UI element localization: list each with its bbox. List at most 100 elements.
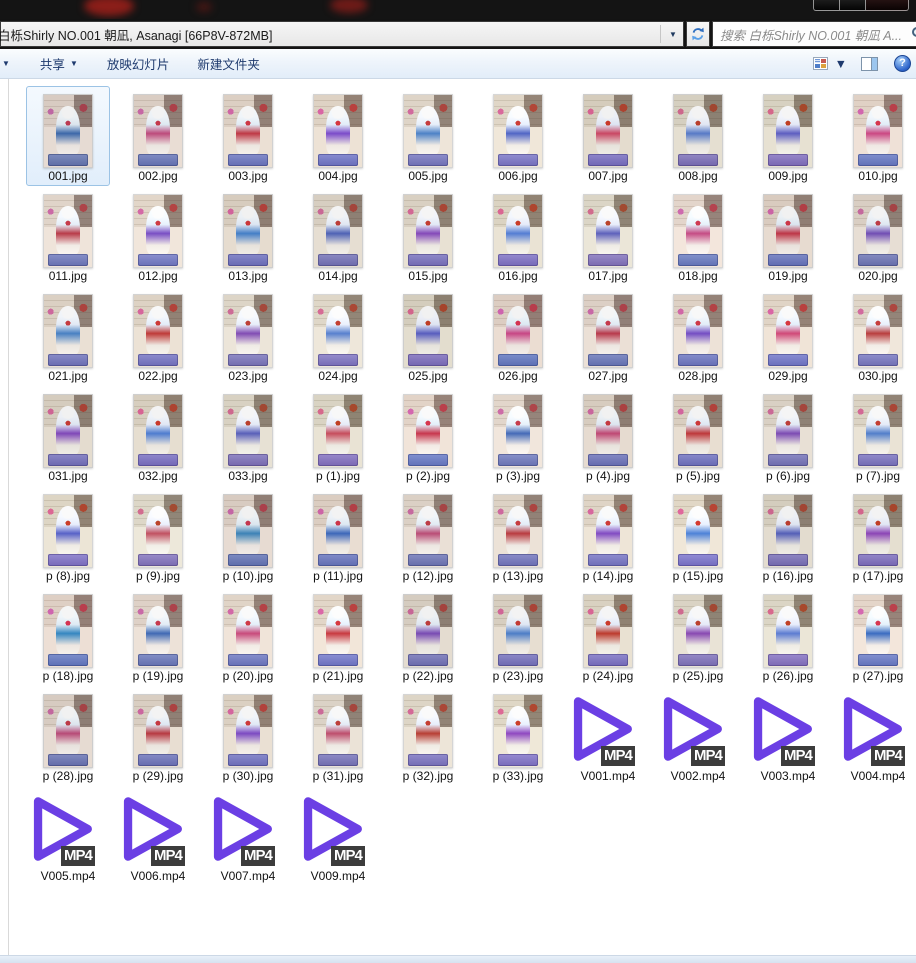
refresh-button[interactable] <box>686 21 710 47</box>
file-item[interactable]: 011.jpg <box>23 186 113 286</box>
file-item[interactable]: p (18).jpg <box>23 586 113 686</box>
file-item[interactable]: 006.jpg <box>473 86 563 186</box>
file-item[interactable]: 018.jpg <box>653 186 743 286</box>
file-name: p (10).jpg <box>223 570 274 583</box>
file-item[interactable]: p (23).jpg <box>473 586 563 686</box>
file-item[interactable]: 009.jpg <box>743 86 833 186</box>
file-item[interactable]: p (28).jpg <box>23 686 113 786</box>
file-item[interactable]: 003.jpg <box>203 86 293 186</box>
file-item[interactable]: p (25).jpg <box>653 586 743 686</box>
file-item[interactable]: p (15).jpg <box>653 486 743 586</box>
file-item[interactable]: MP4V005.mp4 <box>23 786 113 886</box>
file-name: 032.jpg <box>138 470 177 483</box>
file-item[interactable]: 007.jpg <box>563 86 653 186</box>
photo-thumbnail <box>763 394 813 468</box>
file-name: 006.jpg <box>498 170 537 183</box>
search-box[interactable]: 搜索 白栎Shirly NO.001 朝凪 A... <box>712 21 916 47</box>
file-item[interactable]: p (8).jpg <box>23 486 113 586</box>
file-item[interactable]: p (29).jpg <box>113 686 203 786</box>
file-item[interactable]: 017.jpg <box>563 186 653 286</box>
file-name: V001.mp4 <box>581 770 636 783</box>
file-item[interactable]: 027.jpg <box>563 286 653 386</box>
file-item[interactable]: p (16).jpg <box>743 486 833 586</box>
file-item[interactable]: p (19).jpg <box>113 586 203 686</box>
file-item[interactable]: 029.jpg <box>743 286 833 386</box>
file-item[interactable]: p (20).jpg <box>203 586 293 686</box>
address-bar[interactable]: 白栎Shirly NO.001 朝凪, Asanagi [66P8V-872MB… <box>0 21 684 47</box>
change-view-button[interactable]: ▼ <box>813 57 847 71</box>
file-item[interactable]: p (21).jpg <box>293 586 383 686</box>
file-item[interactable]: 026.jpg <box>473 286 563 386</box>
file-item[interactable]: 019.jpg <box>743 186 833 286</box>
file-item[interactable]: 024.jpg <box>293 286 383 386</box>
file-item[interactable]: p (3).jpg <box>473 386 563 486</box>
file-item[interactable]: 013.jpg <box>203 186 293 286</box>
file-item[interactable]: 032.jpg <box>113 386 203 486</box>
thumb-figure <box>56 206 81 255</box>
file-item[interactable]: 015.jpg <box>383 186 473 286</box>
file-item[interactable]: 028.jpg <box>653 286 743 386</box>
file-item[interactable]: p (33).jpg <box>473 686 563 786</box>
file-item[interactable]: 014.jpg <box>293 186 383 286</box>
file-item[interactable]: 001.jpg <box>23 86 113 186</box>
file-item[interactable]: 016.jpg <box>473 186 563 286</box>
file-item[interactable]: MP4V003.mp4 <box>743 686 833 786</box>
file-item[interactable]: p (27).jpg <box>833 586 916 686</box>
close-button[interactable] <box>866 0 909 11</box>
file-item[interactable]: p (22).jpg <box>383 586 473 686</box>
preview-pane-button[interactable] <box>861 57 878 71</box>
file-item[interactable]: p (4).jpg <box>563 386 653 486</box>
file-item[interactable]: p (6).jpg <box>743 386 833 486</box>
file-item[interactable]: 030.jpg <box>833 286 916 386</box>
file-item[interactable]: p (2).jpg <box>383 386 473 486</box>
file-item[interactable]: 022.jpg <box>113 286 203 386</box>
file-item[interactable]: 008.jpg <box>653 86 743 186</box>
file-item[interactable]: MP4V004.mp4 <box>833 686 916 786</box>
file-item[interactable]: MP4V006.mp4 <box>113 786 203 886</box>
file-item[interactable]: p (1).jpg <box>293 386 383 486</box>
file-item[interactable]: p (32).jpg <box>383 686 473 786</box>
file-item[interactable]: MP4V001.mp4 <box>563 686 653 786</box>
maximize-button[interactable] <box>840 0 866 11</box>
file-item[interactable]: p (14).jpg <box>563 486 653 586</box>
file-name: 011.jpg <box>49 270 87 283</box>
file-item[interactable]: p (24).jpg <box>563 586 653 686</box>
thumb-mat <box>588 554 628 566</box>
file-item[interactable]: p (10).jpg <box>203 486 293 586</box>
file-item[interactable]: 033.jpg <box>203 386 293 486</box>
file-item[interactable]: 021.jpg <box>23 286 113 386</box>
file-item[interactable]: p (11).jpg <box>293 486 383 586</box>
organize-dropdown-icon[interactable]: ▼ <box>2 59 10 68</box>
file-item[interactable]: 002.jpg <box>113 86 203 186</box>
file-item[interactable]: 023.jpg <box>203 286 293 386</box>
file-item[interactable]: p (5).jpg <box>653 386 743 486</box>
file-item[interactable]: p (12).jpg <box>383 486 473 586</box>
file-item[interactable]: p (9).jpg <box>113 486 203 586</box>
file-item[interactable]: p (31).jpg <box>293 686 383 786</box>
file-item[interactable]: 004.jpg <box>293 86 383 186</box>
share-button[interactable]: 共享 ▼ <box>40 54 78 73</box>
file-item[interactable]: MP4V009.mp4 <box>293 786 383 886</box>
new-folder-button[interactable]: 新建文件夹 <box>197 54 260 73</box>
file-item[interactable]: MP4V002.mp4 <box>653 686 743 786</box>
file-item[interactable]: 005.jpg <box>383 86 473 186</box>
views-grid-icon <box>813 57 828 70</box>
file-item[interactable]: 031.jpg <box>23 386 113 486</box>
address-dropdown-icon[interactable]: ▼ <box>663 30 683 39</box>
thumb-figure <box>326 506 351 555</box>
file-item[interactable]: 012.jpg <box>113 186 203 286</box>
minimize-button[interactable] <box>813 0 840 11</box>
file-item[interactable]: p (13).jpg <box>473 486 563 586</box>
file-item[interactable]: p (7).jpg <box>833 386 916 486</box>
file-item[interactable]: p (17).jpg <box>833 486 916 586</box>
slideshow-button[interactable]: 放映幻灯片 <box>107 54 170 73</box>
help-button[interactable]: ? <box>894 55 911 72</box>
file-item[interactable]: p (26).jpg <box>743 586 833 686</box>
file-item[interactable]: 025.jpg <box>383 286 473 386</box>
thumb-figure <box>236 106 261 155</box>
file-item[interactable]: 010.jpg <box>833 86 916 186</box>
file-item[interactable]: MP4V007.mp4 <box>203 786 293 886</box>
thumb-mat <box>318 154 358 166</box>
file-item[interactable]: p (30).jpg <box>203 686 293 786</box>
file-item[interactable]: 020.jpg <box>833 186 916 286</box>
